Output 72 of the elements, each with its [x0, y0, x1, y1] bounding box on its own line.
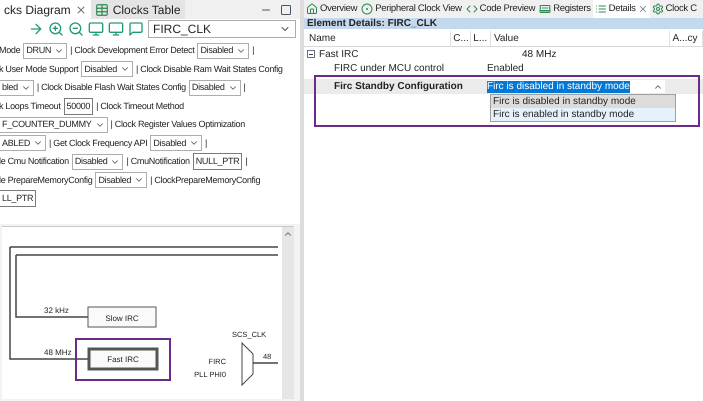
monitor-icon[interactable] — [88, 21, 104, 37]
tab[interactable]: Clocks Table — [90, 0, 184, 19]
column-header[interactable]: Name — [304, 31, 452, 46]
option-label: | Clock Disable Flash Wait States Config — [36, 81, 186, 94]
dropdown[interactable]: DRUN — [23, 42, 68, 59]
input-field[interactable]: LL_PTR — [0, 190, 36, 208]
zoom-in-icon[interactable] — [48, 21, 64, 37]
close-icon[interactable] — [638, 4, 648, 14]
option-label: | Clock Disable Ram Wait States Config — [136, 62, 283, 76]
zoom-out-icon[interactable] — [68, 21, 84, 37]
tab[interactable]: Registers — [537, 0, 593, 18]
option-label: | Get Clock Frequency API — [49, 136, 148, 150]
option-label: | Clock Timeout Method — [96, 100, 184, 113]
option-label: Mode — [0, 44, 20, 57]
option-label: | Clock Development Error Detect — [70, 44, 194, 57]
maximize-icon[interactable] — [280, 4, 292, 16]
block-node[interactable]: Fast IRC — [88, 347, 158, 370]
dropdown[interactable]: Disabled — [81, 61, 133, 78]
close-icon[interactable] — [74, 4, 87, 16]
connector-line — [253, 362, 278, 364]
block-node[interactable]: Slow IRC — [88, 306, 156, 327]
tab[interactable]: Code Preview — [464, 0, 538, 18]
option-label: | — [252, 44, 254, 57]
tab[interactable]: Details — [592, 0, 650, 18]
gear-icon — [652, 3, 664, 15]
dropdown-option[interactable]: Firc is disabled in standby mode — [491, 95, 675, 108]
clock-select[interactable]: FIRC_CLK — [148, 20, 296, 38]
column-header[interactable]: Value — [490, 31, 670, 46]
dropdown[interactable]: F_COUNTER_DUMMY — [0, 116, 108, 133]
dropdown[interactable]: ABLED — [0, 135, 46, 152]
frequency-label: 32 kHz — [44, 306, 69, 314]
scrollbar[interactable] — [282, 226, 294, 399]
dropdown[interactable]: Disabled — [188, 80, 241, 96]
option-label: | CmuNotification — [126, 155, 190, 168]
tab[interactable]: Clock C — [650, 0, 699, 18]
dropdown[interactable]: Disabled — [95, 172, 148, 188]
comment-icon[interactable] — [128, 21, 144, 37]
house-icon — [306, 3, 318, 15]
column-header[interactable]: C... — [451, 31, 472, 46]
option-label: | — [245, 155, 248, 168]
arrow-right-icon[interactable] — [28, 21, 44, 37]
panel-title: Element Details: FIRC_CLK — [304, 18, 703, 29]
tree-item[interactable]: FIRC under MCU control — [304, 60, 444, 76]
option-label: | Clock Register Values Optimization — [110, 118, 245, 131]
tab[interactable]: cks Diagram — [0, 0, 91, 19]
input-field[interactable]: NULL_PTR — [192, 153, 242, 170]
value-cell-text: 48 MHz — [522, 48, 558, 62]
monitor-icon[interactable] — [108, 21, 124, 37]
dropdown[interactable]: Disabled — [72, 154, 124, 170]
tree-item[interactable]: Fast IRC — [319, 46, 358, 62]
dropdown[interactable]: Disabled — [197, 42, 250, 59]
option-label: | — [244, 81, 246, 94]
value-field[interactable]: Firc is disabled in standby mode — [487, 80, 665, 93]
option-label: | — [205, 136, 208, 150]
code-icon — [466, 3, 478, 15]
collapse-icon[interactable] — [307, 50, 315, 58]
multiplexer-icon — [242, 341, 254, 386]
circle-icon — [361, 3, 374, 15]
dropdown[interactable]: Disabled — [150, 135, 202, 152]
input-field[interactable]: 50000 — [64, 98, 94, 115]
tab[interactable]: Peripheral Clock View — [359, 0, 464, 18]
value-cell-text: Enabled — [487, 62, 525, 76]
column-header[interactable]: A...cy — [670, 31, 703, 46]
tree-item[interactable]: Firc Standby Configuration — [304, 79, 463, 94]
tab[interactable]: Overview — [304, 0, 360, 18]
chip-icon — [539, 3, 552, 15]
column-header[interactable]: L... — [471, 31, 491, 46]
dropdown-option[interactable]: Firc is enabled in standby mode — [491, 108, 675, 121]
frequency-label: 48 MHz — [44, 348, 72, 356]
table-icon — [94, 2, 109, 16]
dropdown[interactable]: bled — [0, 80, 34, 96]
option-label: | ClockPrepareMemoryConfig — [150, 174, 260, 187]
